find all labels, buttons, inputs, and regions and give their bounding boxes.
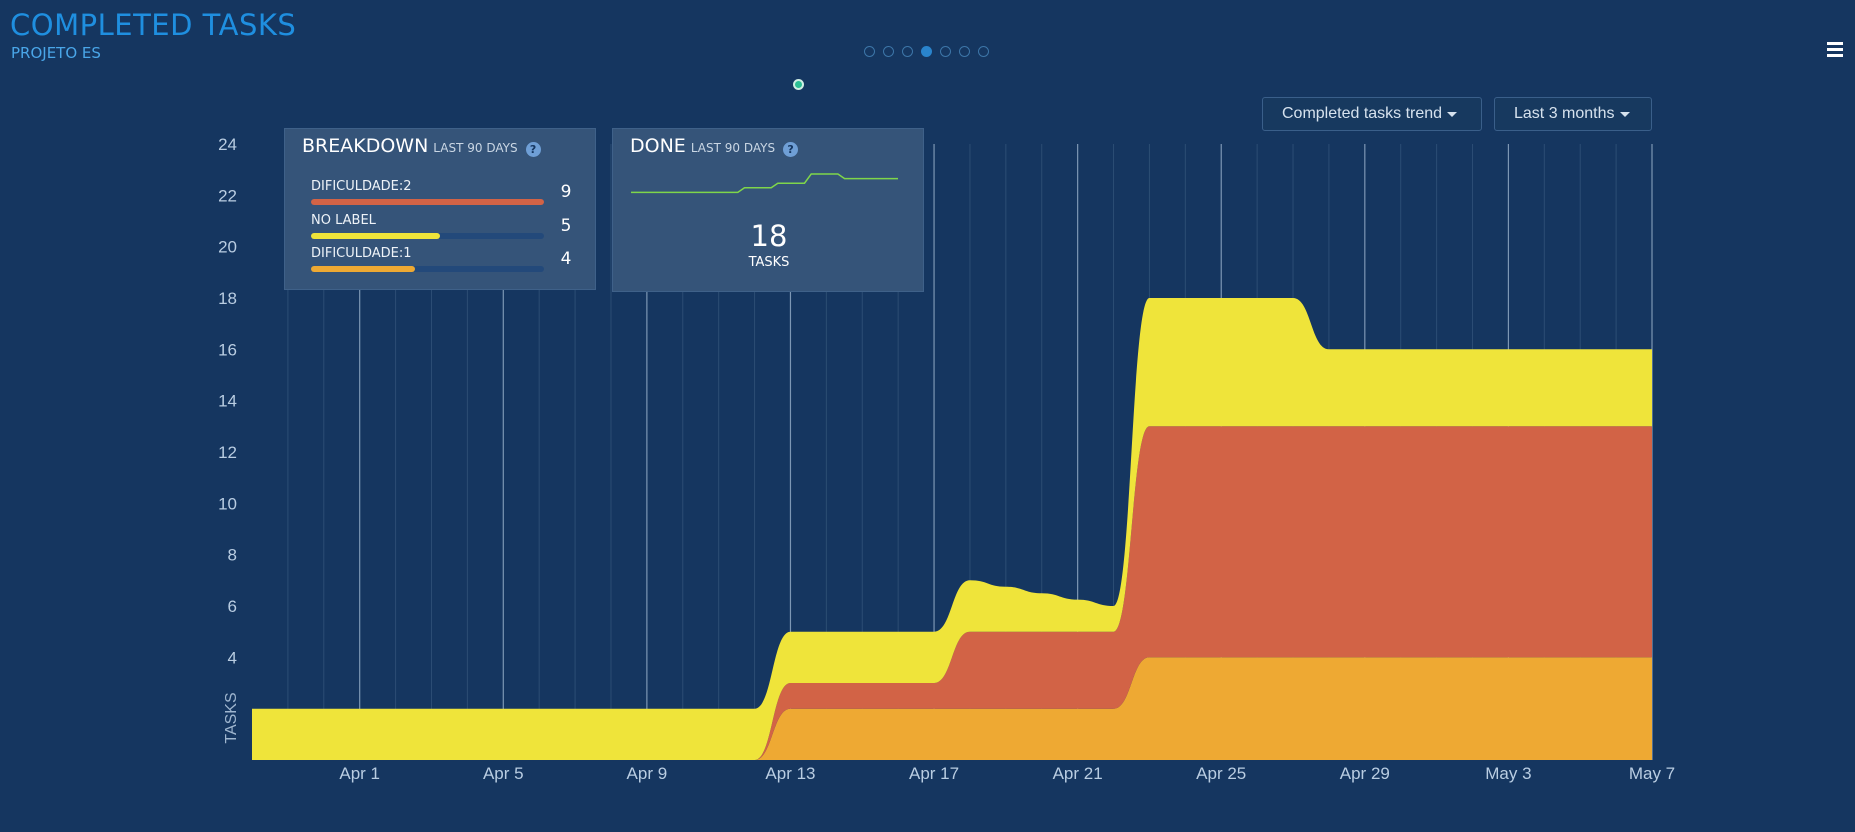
- breakdown-bar-track: [311, 266, 544, 272]
- done-unit: TASKS: [748, 255, 790, 270]
- breakdown-row: DIFICULDADE:1 4: [311, 246, 585, 272]
- y-tick-label: 24: [218, 135, 237, 154]
- y-tick-label: 6: [228, 597, 237, 616]
- breakdown-row: NO LABEL 5: [311, 213, 585, 239]
- metric-dropdown[interactable]: Completed tasks trend: [1262, 97, 1482, 131]
- breakdown-header: BREAKDOWN LAST 90 DAYS ?: [302, 135, 541, 157]
- breakdown-bar: [311, 266, 415, 272]
- breakdown-label: NO LABEL: [311, 213, 376, 228]
- pager-dot[interactable]: [978, 46, 989, 57]
- y-tick-label: 22: [218, 186, 237, 205]
- x-tick-label: Apr 1: [339, 764, 380, 783]
- x-tick-label: May 7: [1629, 764, 1675, 783]
- x-tick-label: Apr 17: [909, 764, 959, 783]
- y-tick-label: 18: [218, 289, 237, 308]
- breakdown-bar: [311, 199, 544, 205]
- breakdown-count: 5: [560, 216, 572, 236]
- x-tick-label: Apr 29: [1340, 764, 1390, 783]
- x-tick-label: Apr 25: [1196, 764, 1246, 783]
- help-icon[interactable]: ?: [525, 142, 541, 157]
- x-tick-label: Apr 13: [765, 764, 815, 783]
- caret-down-icon: [1619, 111, 1630, 117]
- breakdown-title: BREAKDOWN: [302, 135, 429, 157]
- y-tick-label: 8: [228, 546, 237, 565]
- pager-dot[interactable]: [864, 46, 875, 57]
- area-series-group: [252, 298, 1652, 760]
- pager-dot[interactable]: [959, 46, 970, 57]
- pager-dot[interactable]: [921, 46, 932, 57]
- pager-dot[interactable]: [883, 46, 894, 57]
- breakdown-bar-track: [311, 233, 544, 239]
- x-tick-label: May 3: [1485, 764, 1531, 783]
- pager-dot[interactable]: [940, 46, 951, 57]
- range-dropdown-label: Last 3 months: [1514, 105, 1615, 122]
- hamburger-menu-icon[interactable]: [1827, 42, 1843, 60]
- page-title: COMPLETED TASKS: [10, 8, 297, 42]
- pager-dot[interactable]: [902, 46, 913, 57]
- breakdown-panel: BREAKDOWN LAST 90 DAYS ? DIFICULDADE:2 9…: [284, 128, 596, 290]
- range-dropdown[interactable]: Last 3 months: [1494, 97, 1652, 131]
- x-tick-label: Apr 5: [483, 764, 524, 783]
- done-sparkline: [631, 173, 898, 194]
- event-marker[interactable]: [793, 79, 804, 90]
- breakdown-bar-track: [311, 199, 544, 205]
- y-tick-label: 4: [228, 648, 237, 667]
- done-total: 18: [750, 219, 788, 253]
- y-tick-label: 14: [218, 392, 237, 411]
- breakdown-label: DIFICULDADE:2: [311, 179, 412, 194]
- breakdown-bar: [311, 233, 441, 239]
- x-tick-label: Apr 21: [1053, 764, 1103, 783]
- breakdown-row: DIFICULDADE:2 9: [311, 179, 585, 205]
- breakdown-count: 4: [560, 249, 572, 269]
- breakdown-label: DIFICULDADE:1: [311, 246, 412, 261]
- caret-down-icon: [1447, 111, 1458, 117]
- breakdown-count: 9: [560, 182, 572, 202]
- y-tick-label: 10: [218, 494, 237, 513]
- y-tick-label: 12: [218, 443, 237, 462]
- sparkline-line: [631, 173, 898, 194]
- y-tick-label: 16: [218, 340, 237, 359]
- metric-dropdown-label: Completed tasks trend: [1282, 105, 1443, 122]
- breakdown-period: LAST 90 DAYS: [433, 141, 518, 155]
- done-panel: DONE LAST 90 DAYS ? 18 TASKS: [612, 128, 924, 292]
- y-tick-label: 20: [218, 238, 237, 257]
- project-name: PROJETO ES: [11, 44, 101, 62]
- x-tick-label: Apr 9: [627, 764, 668, 783]
- y-axis-label: TASKS: [223, 692, 240, 743]
- slide-pager: [864, 46, 989, 57]
